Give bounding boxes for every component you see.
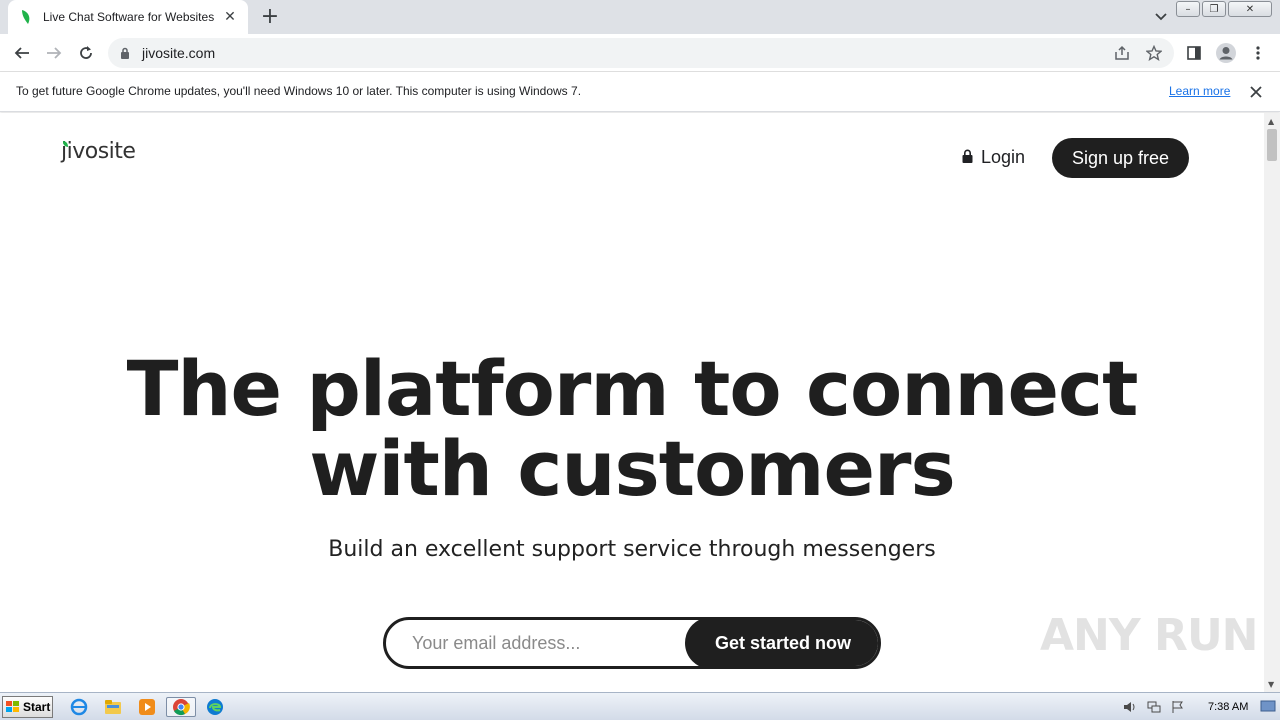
media-player-icon[interactable] [136, 697, 158, 717]
profile-avatar-icon[interactable] [1214, 41, 1238, 65]
jivosite-logo[interactable]: jivosite [61, 139, 136, 164]
learn-more-link[interactable]: Learn more [1169, 84, 1230, 98]
hero-headline: The platform to connect with customers [0, 349, 1264, 509]
headline-line-1: The platform to connect [126, 344, 1139, 433]
chrome-icon[interactable] [166, 697, 196, 717]
email-field[interactable] [386, 620, 686, 666]
windows-logo-icon [6, 701, 19, 712]
scroll-down-arrow-icon[interactable]: ▼ [1268, 680, 1274, 689]
browser-tab[interactable]: Live Chat Software for Websites | Ji ✕ [8, 0, 248, 34]
tab-strip: Live Chat Software for Websites | Ji ✕ +… [0, 0, 1280, 34]
window-controls: – ❐ ✕ [1176, 1, 1272, 17]
url-text[interactable]: jivosite.com [142, 45, 215, 61]
tab-search-icon[interactable] [1150, 8, 1172, 26]
tab-close-icon[interactable]: ✕ [222, 9, 238, 25]
volume-icon[interactable] [1122, 699, 1138, 715]
login-label: Login [981, 147, 1026, 167]
hero-subline: Build an excellent support service throu… [328, 537, 936, 562]
update-infobar: To get future Google Chrome updates, you… [0, 72, 1280, 112]
scroll-up-arrow-icon[interactable]: ▲ [1268, 117, 1274, 126]
back-icon[interactable] [10, 41, 34, 65]
jivosite-favicon-icon [18, 9, 34, 25]
start-label: Start [23, 700, 51, 714]
infobar-close-icon[interactable] [1246, 82, 1266, 102]
ie-icon[interactable] [68, 697, 90, 717]
scroll-thumb[interactable] [1267, 129, 1277, 161]
system-tray [1122, 695, 1186, 719]
share-icon[interactable] [1112, 43, 1132, 63]
browser-toolbar: jivosite.com [0, 34, 1280, 72]
headline-line-2: with customers [309, 424, 956, 513]
taskbar-clock[interactable]: 7:38 AM [1208, 701, 1248, 713]
new-tab-button[interactable]: + [258, 6, 282, 28]
sign-up-free-button[interactable]: Sign up free [1052, 138, 1189, 178]
reload-icon[interactable] [74, 41, 98, 65]
explorer-icon[interactable] [102, 697, 124, 717]
logo-text: jivosite [61, 139, 136, 164]
close-window-button[interactable]: ✕ [1228, 1, 1272, 17]
chrome-menu-icon[interactable] [1246, 41, 1270, 65]
signup-form: Get started now [383, 617, 881, 669]
page-scrollbar[interactable]: ▲ ▼ [1264, 113, 1280, 692]
action-center-flag-icon[interactable] [1170, 699, 1186, 715]
network-icon[interactable] [1146, 699, 1162, 715]
infobar-message: To get future Google Chrome updates, you… [16, 84, 582, 98]
side-panel-icon[interactable] [1182, 41, 1206, 65]
site-lock-icon[interactable] [120, 47, 130, 59]
bookmark-star-icon[interactable] [1144, 43, 1164, 63]
login-link[interactable]: Login [962, 147, 1025, 168]
start-button[interactable]: Start [2, 696, 53, 718]
padlock-icon [962, 147, 973, 168]
address-bar[interactable]: jivosite.com [108, 38, 1174, 68]
page-viewport: jivosite Login Sign up free The platform… [0, 113, 1264, 692]
anyrun-watermark: ANY RUN [1040, 610, 1258, 661]
get-started-button[interactable]: Get started now [685, 620, 878, 666]
watermark-text: ANY RUN [1040, 610, 1258, 661]
edge-icon[interactable] [204, 697, 226, 717]
windows-taskbar: Start 7:38 AM [0, 692, 1280, 720]
tab-title: Live Chat Software for Websites | Ji [43, 10, 216, 24]
restore-button[interactable]: ❐ [1202, 1, 1226, 17]
forward-icon[interactable] [42, 41, 66, 65]
minimize-button[interactable]: – [1176, 1, 1200, 17]
show-desktop-icon[interactable] [1260, 698, 1276, 714]
